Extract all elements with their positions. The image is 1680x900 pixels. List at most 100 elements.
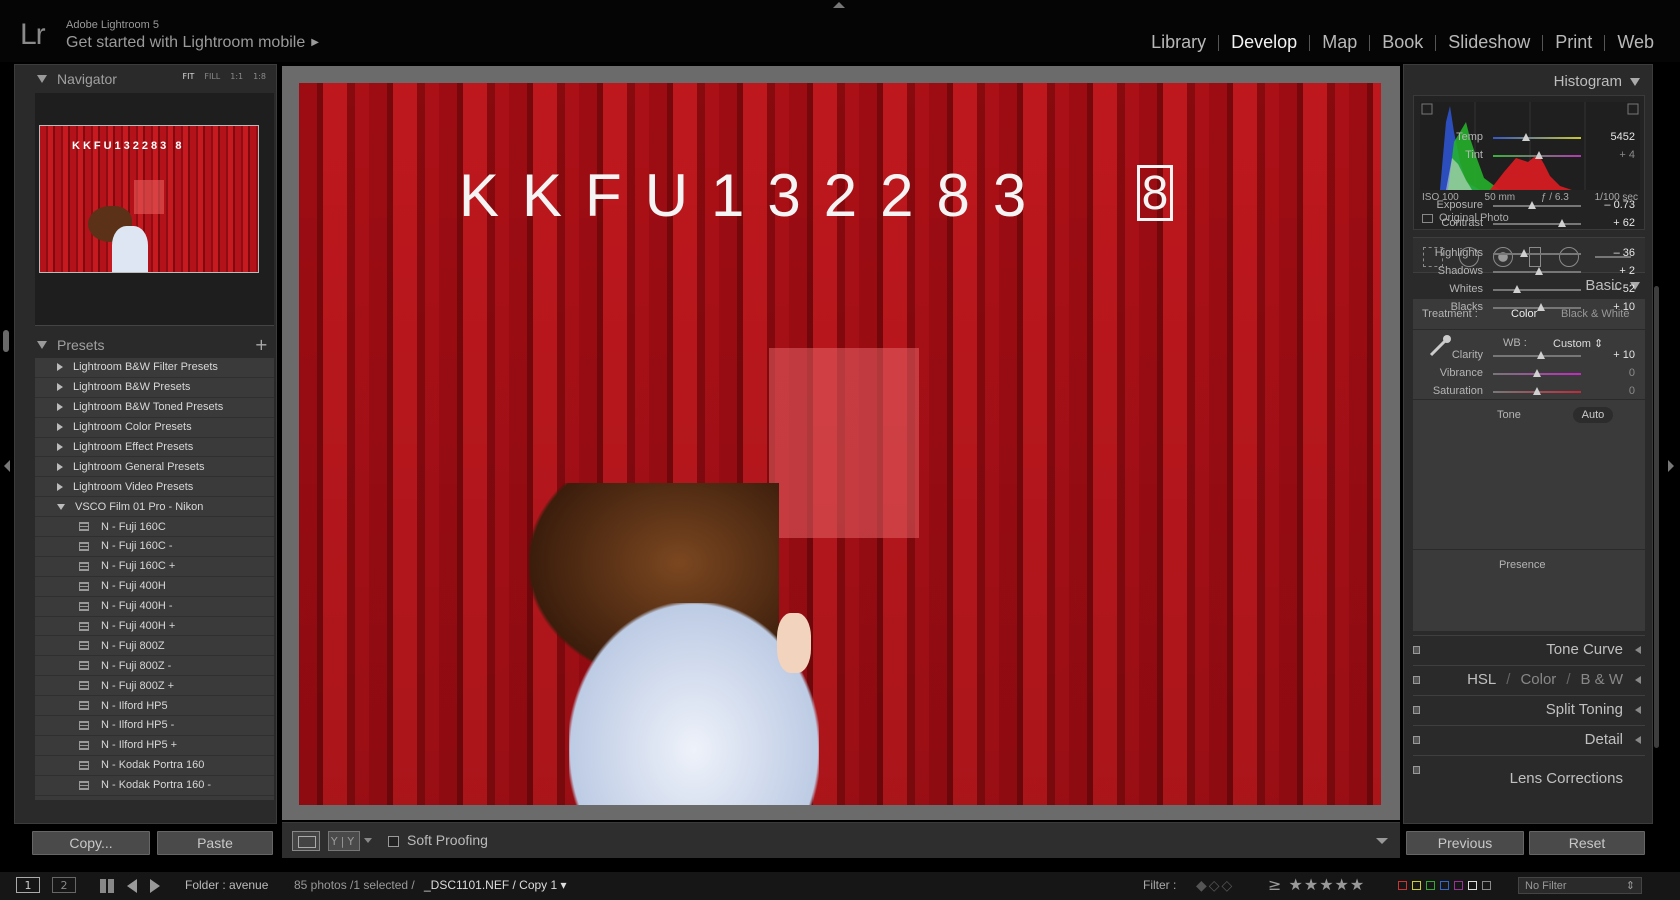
preset-item[interactable]: N - Kodak Portra 160 -	[35, 776, 274, 796]
color-tab[interactable]: Color	[1520, 671, 1556, 688]
module-develop[interactable]: Develop	[1219, 32, 1309, 53]
slider-knob[interactable]	[1533, 387, 1541, 395]
red-eye-icon[interactable]	[1493, 247, 1513, 267]
preset-item[interactable]: N - Ilford HP5	[35, 696, 274, 717]
panel-switch-icon[interactable]	[1413, 706, 1420, 714]
preset-item[interactable]: N - Ilford HP5 +	[35, 736, 274, 756]
zoom-1-8[interactable]: 1:8	[253, 72, 266, 81]
color-label-swatch[interactable]	[1426, 881, 1435, 890]
color-label-swatch[interactable]	[1468, 881, 1477, 890]
detail-panel-header[interactable]: Detail	[1413, 725, 1645, 753]
panel-switch-icon[interactable]	[1413, 736, 1420, 744]
slider-saturation[interactable]	[1493, 387, 1581, 395]
star-rating-filter[interactable]: ≥ ★★★★★	[1268, 875, 1365, 894]
panel-switch-icon[interactable]	[1413, 646, 1420, 654]
zoom-1-1[interactable]: 1:1	[230, 72, 243, 81]
slider-knob[interactable]	[1522, 133, 1531, 141]
slider-whites[interactable]	[1493, 285, 1581, 293]
back-arrow-icon[interactable]	[127, 879, 137, 893]
preset-item[interactable]: N - Fuji 160C -	[35, 537, 274, 557]
slider-tint[interactable]	[1493, 151, 1581, 159]
panel-switch-icon[interactable]	[1413, 766, 1420, 774]
slider-value-whites[interactable]: – 52	[1591, 283, 1635, 295]
main-window-button[interactable]: 1	[16, 877, 40, 893]
slider-temp[interactable]	[1493, 133, 1581, 141]
preset-folder[interactable]: Lightroom B&W Presets	[35, 378, 274, 398]
preset-item[interactable]: N - Fuji 800Z -	[35, 656, 274, 677]
module-book[interactable]: Book	[1370, 32, 1435, 53]
left-panel-scrollbar[interactable]	[3, 330, 9, 352]
zoom-fit[interactable]: FIT	[183, 72, 195, 81]
slider-value-clarity[interactable]: + 10	[1591, 349, 1635, 361]
flag-filter-icons[interactable]: ◆◇◇	[1196, 878, 1234, 894]
tone-curve-panel-header[interactable]: Tone Curve	[1413, 635, 1645, 663]
preset-folder[interactable]: Lightroom B&W Filter Presets	[35, 358, 274, 378]
preset-folder[interactable]: VSCO Film 01 Pro - Nikon	[35, 497, 274, 518]
slider-blacks[interactable]	[1493, 303, 1581, 311]
slider-value-temp[interactable]: 5452	[1591, 131, 1635, 143]
grid-view-icon[interactable]	[100, 879, 114, 893]
color-label-swatch[interactable]	[1482, 881, 1491, 890]
slider-exposure[interactable]	[1493, 201, 1581, 209]
histogram-header[interactable]: Histogram	[1554, 73, 1640, 90]
color-label-swatch[interactable]	[1454, 881, 1463, 890]
color-label-swatch[interactable]	[1412, 881, 1421, 890]
right-panel-scrollbar[interactable]	[1654, 286, 1659, 748]
preset-item[interactable]: N - Ilford HP5 -	[35, 716, 274, 736]
panel-switch-icon[interactable]	[1413, 676, 1420, 684]
mobile-link[interactable]: Get started with Lightroom mobile ▶	[66, 34, 319, 52]
slider-knob[interactable]	[1534, 151, 1543, 159]
preset-folder[interactable]: Lightroom Effect Presets	[35, 438, 274, 458]
color-label-swatch[interactable]	[1398, 881, 1407, 890]
rating-operator[interactable]: ≥	[1268, 875, 1282, 894]
hsl-panel-header[interactable]: HSL / Color / B & W	[1413, 665, 1645, 693]
preset-folder[interactable]: Lightroom B&W Toned Presets	[35, 398, 274, 418]
navigator-thumbnail[interactable]: KKFU132283 8	[39, 125, 259, 273]
slider-knob[interactable]	[1527, 201, 1536, 209]
slider-value-blacks[interactable]: + 10	[1591, 301, 1635, 313]
auto-tone-button[interactable]: Auto	[1573, 407, 1613, 423]
slider-value-contrast[interactable]: + 62	[1591, 217, 1635, 229]
photo-preview[interactable]: KKFU132283 8	[299, 83, 1381, 805]
module-library[interactable]: Library	[1139, 32, 1218, 53]
slider-knob[interactable]	[1519, 249, 1528, 257]
slider-value-exposure[interactable]: – 0.73	[1591, 199, 1635, 211]
secondary-window-button[interactable]: 2	[52, 877, 76, 893]
presets-header[interactable]: Presets	[15, 333, 276, 357]
current-file[interactable]: _DSC1101.NEF / Copy 1 ▾	[424, 878, 567, 892]
preset-item[interactable]: N - Fuji 800Z +	[35, 676, 274, 697]
loupe-view-icon[interactable]	[292, 831, 320, 851]
slider-value-saturation[interactable]: 0	[1591, 385, 1635, 397]
radial-filter-icon[interactable]	[1559, 247, 1579, 267]
right-panel-toggle-icon[interactable]	[1668, 460, 1674, 472]
plus-icon[interactable]: +	[255, 335, 268, 354]
preset-item[interactable]: N - Fuji 400H +	[35, 617, 274, 637]
top-panel-toggle-icon[interactable]	[833, 2, 845, 8]
color-label-swatch[interactable]	[1440, 881, 1449, 890]
preset-item[interactable]: N - Fuji 400H -	[35, 597, 274, 617]
slider-value-shadows[interactable]: + 2	[1591, 265, 1635, 277]
slider-value-highlights[interactable]: – 36	[1591, 247, 1635, 259]
preset-folder[interactable]: Lightroom Video Presets	[35, 477, 274, 498]
forward-arrow-icon[interactable]	[150, 879, 160, 893]
preset-folder[interactable]: Lightroom Color Presets	[35, 418, 274, 438]
module-print[interactable]: Print	[1543, 32, 1604, 53]
slider-shadows[interactable]	[1493, 267, 1581, 275]
slider-contrast[interactable]	[1493, 219, 1581, 227]
module-slideshow[interactable]: Slideshow	[1436, 32, 1542, 53]
preset-folder[interactable]: Lightroom General Presets	[35, 457, 274, 478]
bw-tab[interactable]: B & W	[1580, 671, 1623, 688]
slider-knob[interactable]	[1537, 303, 1546, 311]
soft-proofing-checkbox[interactable]	[388, 836, 399, 847]
slider-knob[interactable]	[1557, 219, 1566, 227]
previous-button[interactable]: Previous	[1406, 831, 1524, 855]
slider-highlights[interactable]	[1493, 249, 1581, 257]
preset-item[interactable]: N - Fuji 160C	[35, 517, 274, 538]
slider-vibrance[interactable]	[1493, 369, 1581, 377]
split-toning-panel-header[interactable]: Split Toning	[1413, 695, 1645, 723]
reset-button[interactable]: Reset	[1529, 831, 1645, 855]
preset-item[interactable]: N - Fuji 400H	[35, 577, 274, 597]
zoom-fill[interactable]: FILL	[204, 72, 220, 81]
preset-item[interactable]: N - Fuji 160C +	[35, 557, 274, 577]
slider-value-vibrance[interactable]: 0	[1591, 367, 1635, 379]
